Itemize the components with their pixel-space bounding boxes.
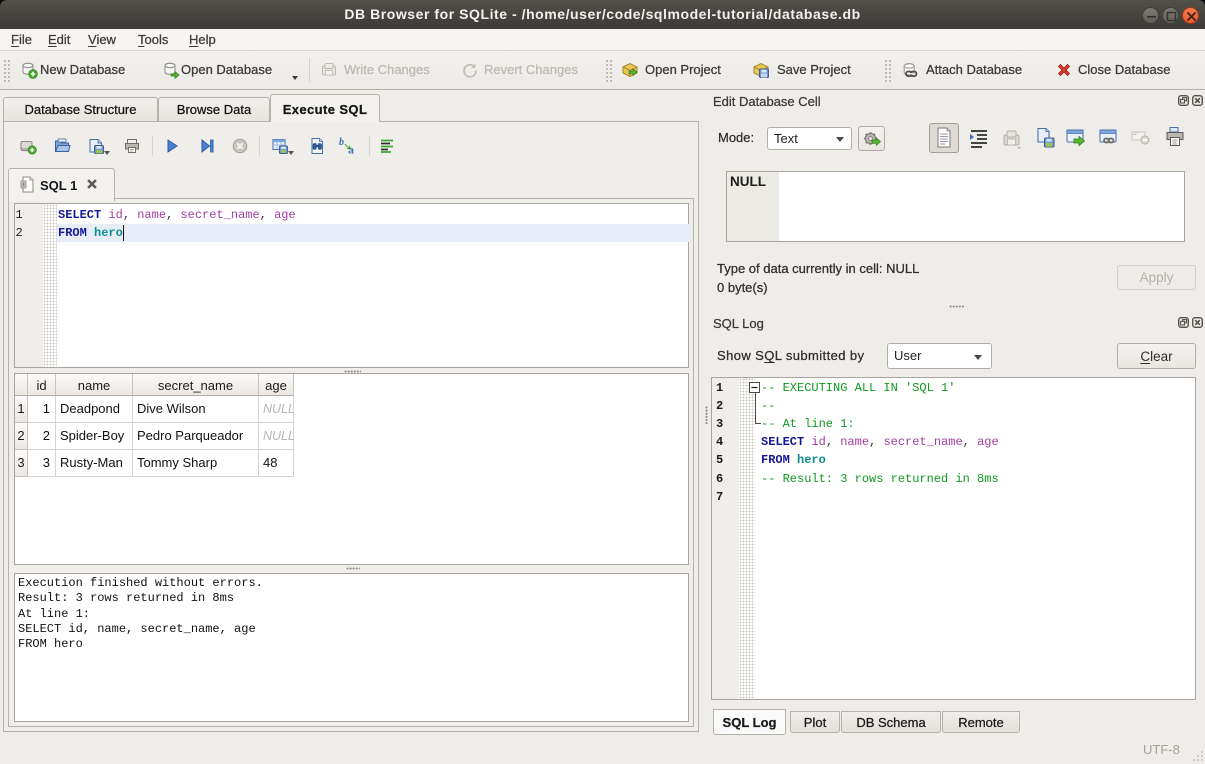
svg-text:b: b — [339, 137, 344, 148]
svg-text:a: a — [348, 143, 354, 156]
